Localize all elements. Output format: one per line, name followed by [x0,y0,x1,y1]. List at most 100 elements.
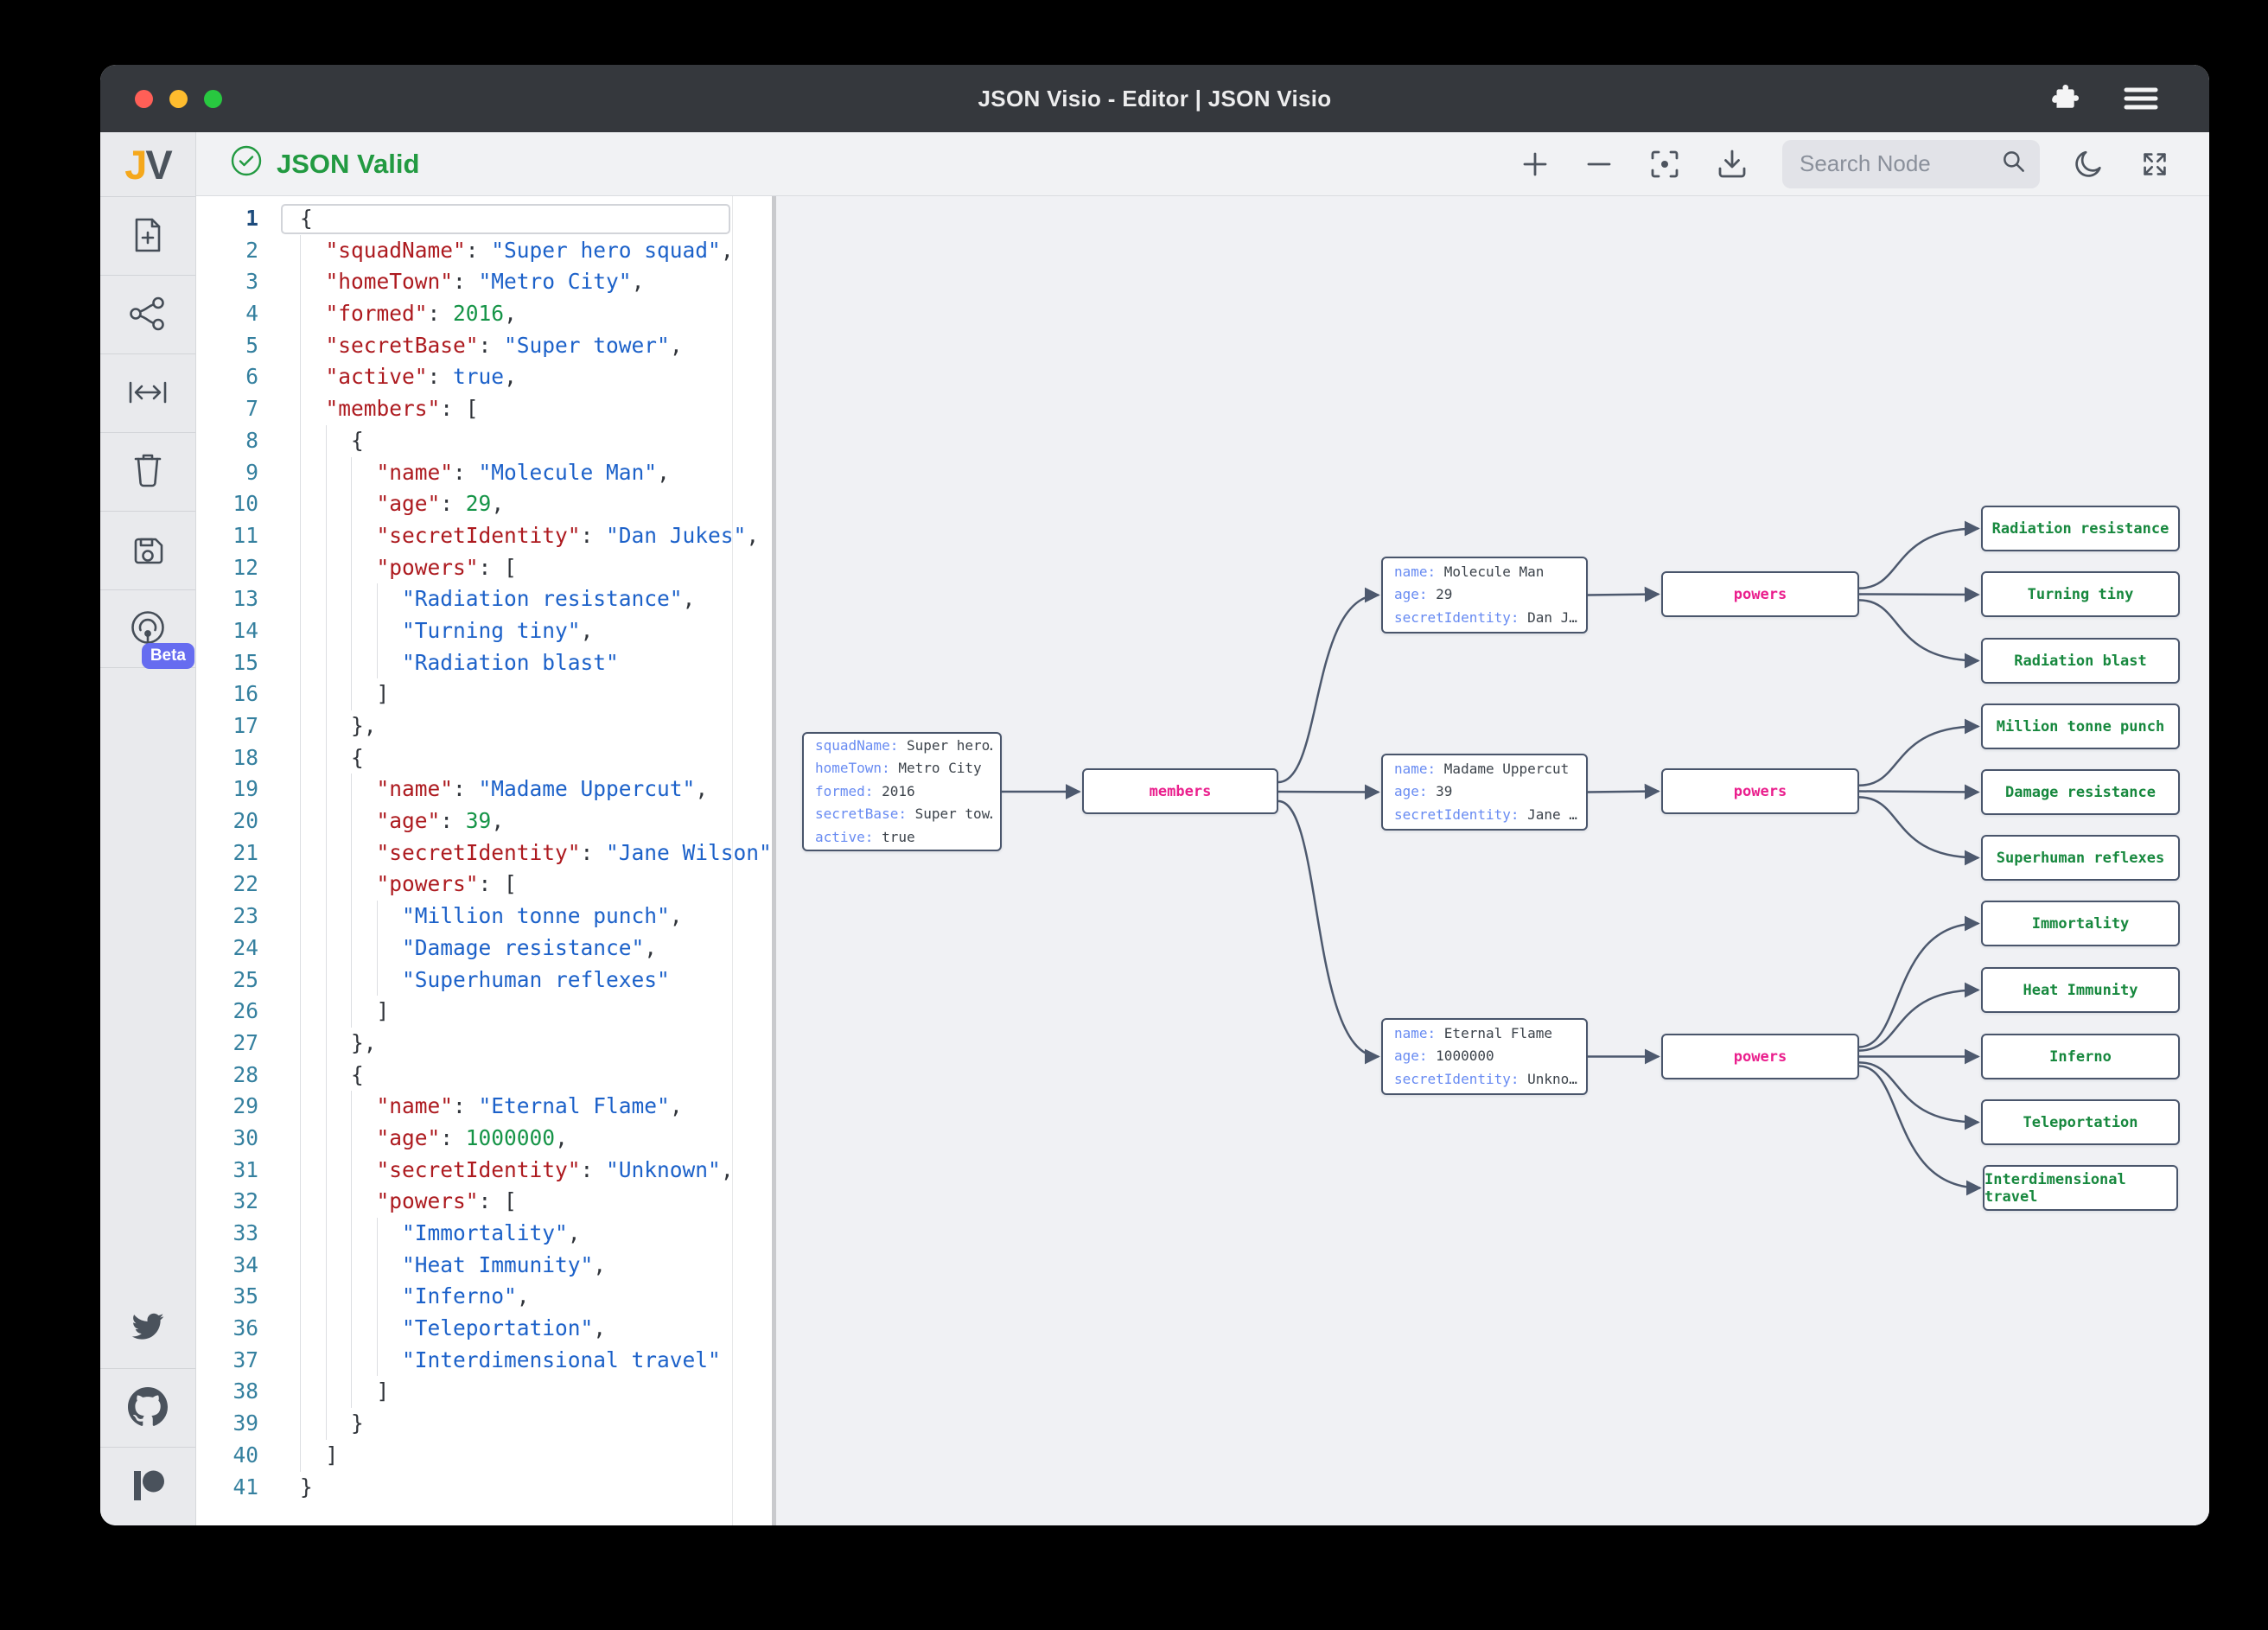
editor-line[interactable]: 5 "secretBase": "Super tower", [196,330,772,362]
code-text: "Million tonne punch", [274,901,772,933]
editor-line[interactable]: 28 { [196,1060,772,1092]
editor-line[interactable]: 18 { [196,742,772,774]
editor-line[interactable]: 12 "powers": [ [196,552,772,584]
graph-toolbar [1519,140,2171,188]
tool-button-share-graph[interactable] [100,275,195,353]
editor-line[interactable]: 2 "squadName": "Super hero squad", [196,235,772,267]
editor-line[interactable]: 24 "Damage resistance", [196,933,772,965]
zoom-out-button[interactable] [1583,149,1615,180]
editor-line[interactable]: 14 "Turning tiny", [196,615,772,647]
editor-line[interactable]: 7 "members": [ [196,393,772,425]
trash-icon [129,451,167,493]
graph-leaf-node[interactable]: Inferno [1981,1034,2180,1079]
editor-line[interactable]: 16 ] [196,678,772,710]
graph-parent-node-members[interactable]: members [1082,768,1278,814]
graph-leaf-node[interactable]: Million tonne punch [1981,704,2180,749]
graph-leaf-node[interactable]: Radiation resistance [1981,506,2180,551]
github-icon [128,1387,168,1429]
editor-line[interactable]: 33 "Immortality", [196,1218,772,1250]
line-number: 27 [196,1028,274,1060]
line-number: 10 [196,488,274,520]
editor-line[interactable]: 25 "Superhuman reflexes" [196,965,772,996]
graph-leaf-node[interactable]: Interdimensional travel [1983,1165,2178,1211]
editor-line[interactable]: 20 "age": 39, [196,805,772,837]
editor-line[interactable]: 31 "secretIdentity": "Unknown", [196,1155,772,1187]
dark-mode-moon-button[interactable] [2073,148,2106,181]
editor-line[interactable]: 1{ [196,203,772,235]
editor-line[interactable]: 39 } [196,1408,772,1440]
app-logo: JV [100,132,195,196]
download-button[interactable] [1715,147,1749,181]
editor-line[interactable]: 10 "age": 29, [196,488,772,520]
editor-line[interactable]: 22 "powers": [ [196,869,772,901]
editor-line[interactable]: 4 "formed": 2016, [196,298,772,330]
editor-line[interactable]: 21 "secretIdentity": "Jane Wilson", [196,837,772,869]
code-text: } [274,1472,772,1504]
editor-line[interactable]: 34 "Heat Immunity", [196,1250,772,1282]
editor-line[interactable]: 8 { [196,425,772,457]
editor-line[interactable]: 29 "name": "Eternal Flame", [196,1091,772,1123]
graph-object-node-member-1[interactable]: name: Molecule Manage: 29secretIdentity:… [1381,557,1588,634]
editor-line[interactable]: 35 "Inferno", [196,1281,772,1313]
editor-line[interactable]: 9 "name": "Molecule Man", [196,457,772,489]
graph-parent-node-powers-3[interactable]: powers [1661,1034,1859,1079]
social-button-patreon[interactable] [100,1447,195,1525]
graph-leaf-node[interactable]: Superhuman reflexes [1981,835,2180,881]
zoom-in-button[interactable] [1519,149,1551,180]
social-button-twitter[interactable] [100,1289,195,1368]
editor-line[interactable]: 40 ] [196,1440,772,1472]
line-number: 15 [196,647,274,679]
line-number: 32 [196,1186,274,1218]
graph-parent-node-powers-1[interactable]: powers [1661,571,1859,617]
editor-line[interactable]: 27 }, [196,1028,772,1060]
tool-button-clear-trash[interactable] [100,432,195,511]
graph-leaf-node[interactable]: Damage resistance [1981,769,2180,815]
graph-object-node-member-3[interactable]: name: Eternal Flameage: 1000000secretIde… [1381,1018,1588,1095]
editor-line[interactable]: 30 "age": 1000000, [196,1123,772,1155]
line-number: 40 [196,1440,274,1472]
editor-line[interactable]: 13 "Radiation resistance", [196,583,772,615]
editor-line[interactable]: 15 "Radiation blast" [196,647,772,679]
editor-line[interactable]: 11 "secretIdentity": "Dan Jukes", [196,520,772,552]
share-graph-icon [128,296,168,334]
editor-scrollbar[interactable] [732,196,733,1525]
graph-canvas[interactable]: squadName: Super hero…homeTown: Metro Ci… [776,196,2209,1525]
editor-line[interactable]: 6 "active": true, [196,361,772,393]
editor-line[interactable]: 26 ] [196,996,772,1028]
editor-line[interactable]: 38 ] [196,1376,772,1408]
line-number: 41 [196,1472,274,1504]
graph-object-node-member-2[interactable]: name: Madame Uppercutage: 39secretIdenti… [1381,754,1588,831]
editor-line[interactable]: 41} [196,1472,772,1504]
editor-line[interactable]: 32 "powers": [ [196,1186,772,1218]
graph-leaf-node[interactable]: Turning tiny [1981,571,2180,617]
editor-line[interactable]: 36 "Teleportation", [196,1313,772,1345]
editor-line[interactable]: 3 "homeTown": "Metro City", [196,266,772,298]
menu-icon[interactable] [2121,83,2161,114]
sidebar: JV [100,132,196,1525]
tool-button-new-document[interactable] [100,196,195,275]
graph-leaf-node[interactable]: Teleportation [1981,1099,2180,1145]
social-button-github[interactable] [100,1368,195,1447]
close-window-button[interactable] [135,90,153,108]
save-icon [129,531,167,571]
editor-line[interactable]: 23 "Million tonne punch", [196,901,772,933]
editor-line[interactable]: 19 "name": "Madame Uppercut", [196,774,772,805]
graph-leaf-node[interactable]: Radiation blast [1981,638,2180,684]
maximize-window-button[interactable] [204,90,222,108]
tool-button-api-beta[interactable]: Beta [100,589,195,668]
center-focus-button[interactable] [1647,147,1682,181]
search-node-input[interactable] [1798,150,1993,178]
fullscreen-button[interactable] [2138,148,2171,181]
line-number: 8 [196,425,274,457]
graph-leaf-node[interactable]: Heat Immunity [1981,967,2180,1013]
tool-button-fit-width[interactable] [100,353,195,432]
graph-leaf-node[interactable]: Immortality [1981,901,2180,946]
editor-line[interactable]: 37 "Interdimensional travel" [196,1345,772,1377]
editor-line[interactable]: 17 }, [196,710,772,742]
graph-object-node-root[interactable]: squadName: Super hero…homeTown: Metro Ci… [802,732,1002,851]
graph-parent-node-powers-2[interactable]: powers [1661,768,1859,814]
minimize-window-button[interactable] [169,90,188,108]
puzzle-extension-icon[interactable] [2048,82,2081,115]
json-editor[interactable]: 1{2 "squadName": "Super hero squad",3 "h… [196,196,776,1525]
tool-button-save[interactable] [100,511,195,589]
